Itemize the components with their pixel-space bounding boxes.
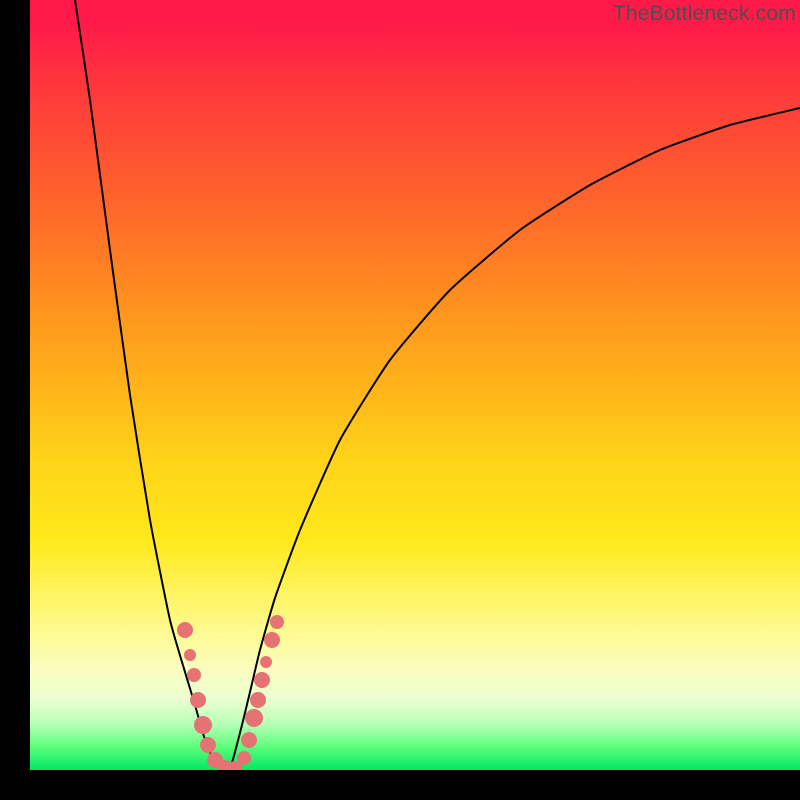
curve-marker: [184, 649, 196, 661]
curve-marker: [250, 692, 266, 708]
curve-marker: [264, 632, 280, 648]
curve-marker: [200, 737, 216, 753]
curve-marker: [187, 668, 201, 682]
plot-area: TheBottleneck.com: [30, 0, 800, 770]
curve-marker: [237, 751, 251, 765]
curve-marker: [241, 732, 257, 748]
curve-markers: [177, 615, 284, 770]
curve-marker: [260, 656, 272, 668]
chart-svg: [30, 0, 800, 770]
curve-marker: [245, 709, 263, 727]
curve-marker: [270, 615, 284, 629]
curve-marker: [177, 622, 193, 638]
curve-marker: [254, 672, 270, 688]
left-curve: [75, 0, 220, 770]
curve-marker: [194, 716, 212, 734]
right-curve: [230, 108, 800, 770]
chart-frame: TheBottleneck.com: [0, 0, 800, 800]
curve-marker: [190, 692, 206, 708]
